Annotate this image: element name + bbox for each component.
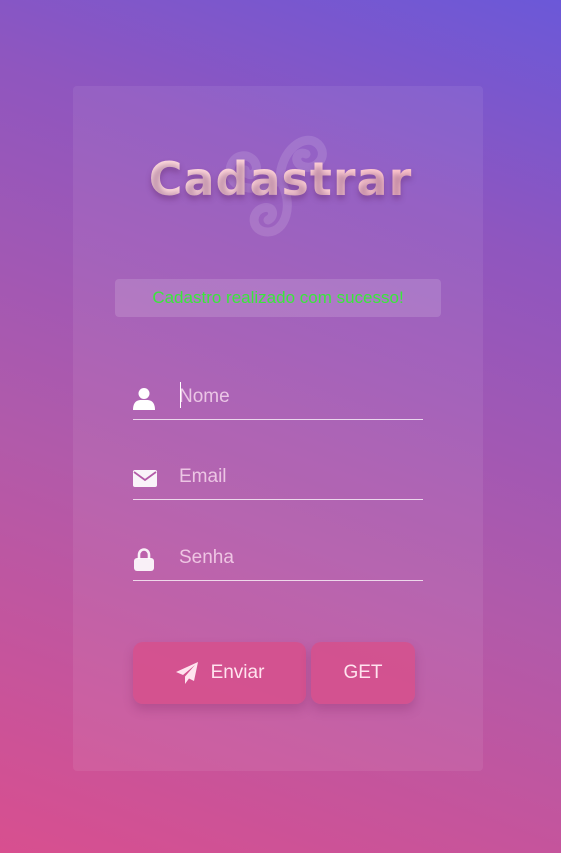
email-field[interactable] [133,455,423,500]
paper-plane-icon [175,662,198,684]
email-input[interactable] [179,461,409,493]
text-caret [180,382,181,408]
get-button[interactable]: GET [311,642,415,704]
name-field[interactable] [133,375,423,420]
password-input[interactable] [179,542,409,574]
submit-button-label: Enviar [210,662,265,683]
name-input[interactable] [179,381,409,413]
success-message-text: Cadastro realizado com sucesso! [152,288,404,307]
lock-icon [134,548,154,571]
page-title: Cadastrar [0,152,561,206]
envelope-icon [133,470,157,487]
get-button-label: GET [343,662,383,683]
success-message: Cadastro realizado com sucesso! [115,279,441,317]
user-icon [133,388,155,410]
submit-button[interactable]: Enviar [133,642,306,704]
password-field[interactable] [133,536,423,581]
